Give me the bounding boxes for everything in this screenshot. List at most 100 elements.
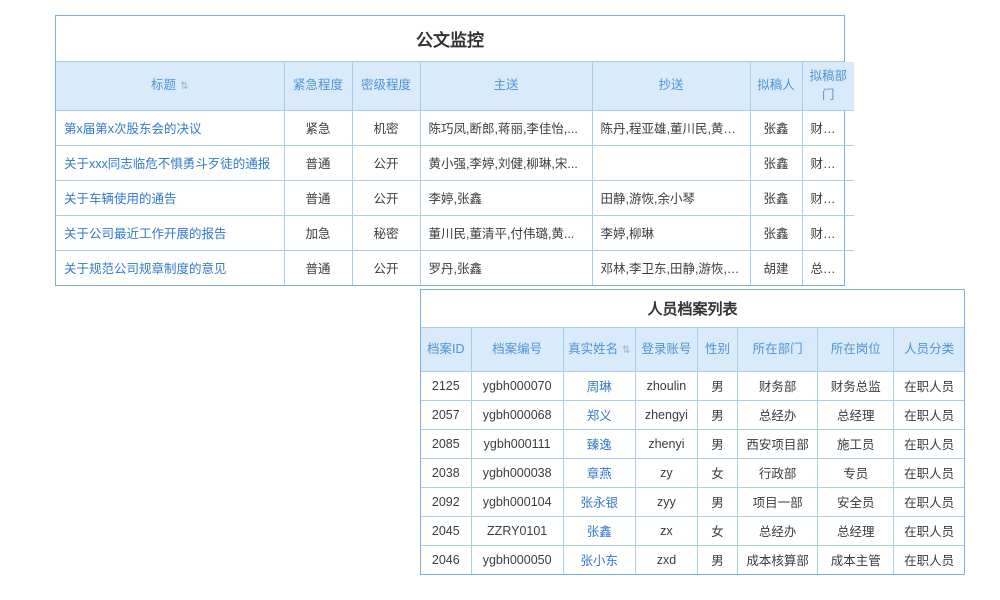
table-cell: 罗丹,张鑫	[420, 250, 592, 285]
table-cell: ygbh000111	[471, 429, 563, 458]
table-cell: 女	[697, 458, 737, 487]
person-name-link[interactable]: 臻逸	[587, 438, 612, 452]
table-cell: 财务部	[802, 180, 854, 215]
doc-monitor-title: 公文监控	[56, 16, 844, 62]
table-cell: 关于规范公司规章制度的意见	[56, 250, 284, 285]
table-cell: 董川民,董清平,付伟璐,黄...	[420, 215, 592, 250]
sort-icon[interactable]: ⇅	[180, 81, 188, 92]
table-cell: 公开	[352, 180, 420, 215]
column-header-label: 登录账号	[641, 342, 691, 356]
person-name-link[interactable]: 章燕	[587, 467, 612, 481]
table-cell: 关于公司最近工作开展的报告	[56, 215, 284, 250]
column-header: 拟稿部门	[802, 62, 854, 110]
header-row: 档案ID档案编号真实姓名⇅登录账号性别所在部门所在岗位人员分类	[421, 328, 964, 371]
table-cell: 加急	[284, 215, 352, 250]
doc-title-link[interactable]: 关于公司最近工作开展的报告	[64, 227, 227, 241]
table-cell: 在职人员	[894, 371, 964, 400]
table-cell: 普通	[284, 180, 352, 215]
column-header: 拟稿人	[750, 62, 802, 110]
table-cell: 陈丹,程亚雄,董川民,黄思璐...	[592, 110, 750, 145]
column-header: 所在部门	[738, 328, 818, 371]
table-cell: zxd	[635, 545, 697, 574]
column-header[interactable]: 真实姓名 ⇅	[563, 328, 635, 371]
column-header-label: 档案编号	[492, 342, 542, 356]
column-header-label: 紧急程度	[293, 78, 343, 92]
table-cell: 财务部	[802, 110, 854, 145]
table-cell: 陈巧凤,断郎,蒋丽,李佳怡,...	[420, 110, 592, 145]
column-header: 登录账号	[635, 328, 697, 371]
person-name-link[interactable]: 郑义	[587, 409, 612, 423]
table-cell: 张永银	[563, 487, 635, 516]
column-header-label: 真实姓名	[568, 342, 618, 356]
person-name-link[interactable]: 周琳	[587, 380, 612, 394]
table-row: 2057ygbh000068郑义zhengyi男总经办总经理在职人员	[421, 400, 964, 429]
table-cell: 男	[697, 429, 737, 458]
column-header: 所在岗位	[818, 328, 894, 371]
doc-title-link[interactable]: 关于车辆使用的通告	[64, 192, 177, 206]
column-header-label: 性别	[705, 342, 730, 356]
table-cell: 2057	[421, 400, 471, 429]
table-cell: 李婷,张鑫	[420, 180, 592, 215]
doc-monitor-table: 标题⇅ 紧急程度 密级程度主送 抄送 拟稿人拟稿部门 第x届第x次股东会的决议紧急机密陈…	[56, 62, 854, 285]
table-cell	[592, 145, 750, 180]
table-cell: 黄小强,李婷,刘健,柳琳,宋...	[420, 145, 592, 180]
table-cell: 关于车辆使用的通告	[56, 180, 284, 215]
column-header-label: 所在岗位	[831, 342, 881, 356]
table-cell: 总经理	[818, 400, 894, 429]
table-cell: 总经办	[738, 516, 818, 545]
person-table-head: 档案ID档案编号真实姓名⇅登录账号性别所在部门所在岗位人员分类	[421, 328, 964, 371]
table-cell: 在职人员	[894, 458, 964, 487]
table-cell: zy	[635, 458, 697, 487]
person-archive-title: 人员档案列表	[421, 290, 964, 328]
table-cell: 2092	[421, 487, 471, 516]
doc-monitor-panel: 公文监控 标题⇅紧急程度密级程度主送抄送拟稿人拟稿部门 第x届第x次股东会的决议…	[55, 15, 845, 286]
column-header: 档案编号	[471, 328, 563, 371]
person-archive-table: 档案ID档案编号真实姓名⇅登录账号性别所在部门所在岗位人员分类 2125ygbh…	[421, 328, 964, 574]
table-cell: 2046	[421, 545, 471, 574]
table-cell: 张鑫	[563, 516, 635, 545]
column-header: 密级程度	[352, 62, 420, 110]
table-row: 2092ygbh000104张永银zyy男项目一部安全员在职人员	[421, 487, 964, 516]
table-row: 关于公司最近工作开展的报告加急秘密董川民,董清平,付伟璐,黄...李婷,柳琳张鑫…	[56, 215, 854, 250]
table-row: 2038ygbh000038章燕zy女行政部专员在职人员	[421, 458, 964, 487]
table-cell: ygbh000050	[471, 545, 563, 574]
column-header[interactable]: 标题⇅	[56, 62, 284, 110]
table-cell: 臻逸	[563, 429, 635, 458]
person-archive-panel: 人员档案列表 档案ID档案编号真实姓名⇅登录账号性别所在部门所在岗位人员分类 2…	[420, 289, 965, 575]
table-cell: 财务部	[802, 145, 854, 180]
table-cell: zhengyi	[635, 400, 697, 429]
table-cell: 在职人员	[894, 516, 964, 545]
person-name-link[interactable]: 张永银	[581, 496, 619, 510]
table-cell: 机密	[352, 110, 420, 145]
table-cell: 2125	[421, 371, 471, 400]
table-cell: 成本主管	[818, 545, 894, 574]
doc-title-link[interactable]: 关于规范公司规章制度的意见	[64, 262, 227, 276]
table-cell: 公开	[352, 250, 420, 285]
table-cell: 男	[697, 545, 737, 574]
column-header-label: 抄送	[658, 78, 683, 92]
column-header-label: 拟稿人	[757, 78, 795, 92]
table-cell: 西安项目部	[738, 429, 818, 458]
table-cell: 第x届第x次股东会的决议	[56, 110, 284, 145]
person-name-link[interactable]: 张鑫	[587, 525, 612, 539]
column-header: 紧急程度	[284, 62, 352, 110]
table-cell: ygbh000104	[471, 487, 563, 516]
table-row: 2125ygbh000070周琳zhoulin男财务部财务总监在职人员	[421, 371, 964, 400]
table-row: 关于xxx同志临危不惧勇斗歹徒的通报普通公开黄小强,李婷,刘健,柳琳,宋...张…	[56, 145, 854, 180]
column-header-label: 密级程度	[361, 78, 411, 92]
sort-icon[interactable]: ⇅	[622, 345, 630, 356]
doc-title-link[interactable]: 关于xxx同志临危不惧勇斗歹徒的通报	[64, 157, 270, 171]
doc-title-link[interactable]: 第x届第x次股东会的决议	[64, 122, 202, 136]
table-cell: zhenyi	[635, 429, 697, 458]
table-row: 2045ZZRY0101张鑫zx女总经办总经理在职人员	[421, 516, 964, 545]
table-row: 第x届第x次股东会的决议紧急机密陈巧凤,断郎,蒋丽,李佳怡,...陈丹,程亚雄,…	[56, 110, 854, 145]
table-cell: 张鑫	[750, 215, 802, 250]
table-row: 2085ygbh000111臻逸zhenyi男西安项目部施工员在职人员	[421, 429, 964, 458]
column-header: 主送	[420, 62, 592, 110]
table-cell: 男	[697, 487, 737, 516]
table-cell: 李婷,柳琳	[592, 215, 750, 250]
table-cell: 男	[697, 400, 737, 429]
table-cell: ygbh000070	[471, 371, 563, 400]
person-name-link[interactable]: 张小东	[581, 554, 619, 568]
table-cell: 财务总监	[818, 371, 894, 400]
